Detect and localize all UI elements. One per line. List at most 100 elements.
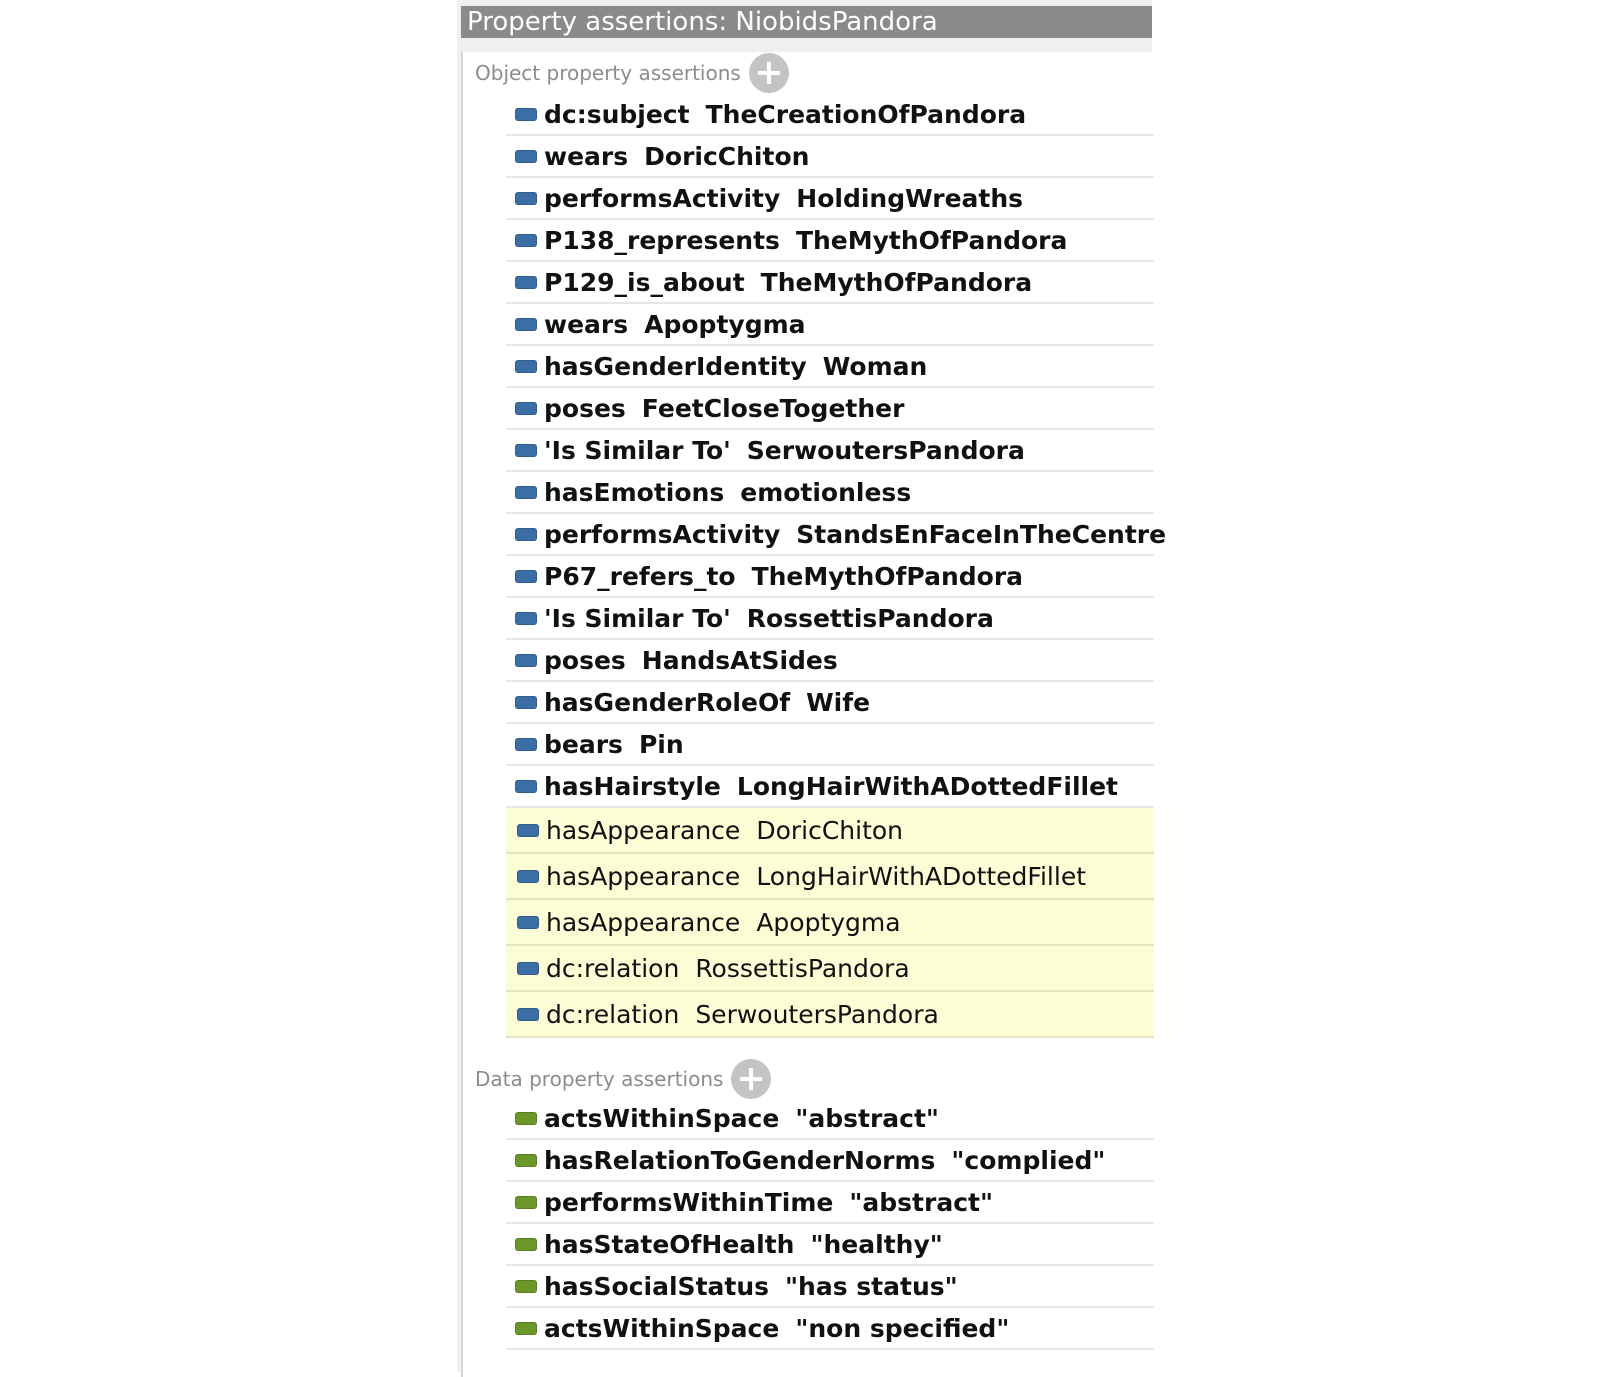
object-property-icon: [517, 823, 539, 837]
property-value: "abstract": [849, 1187, 994, 1217]
object-property-assertion-row[interactable]: hasAppearance Apoptygma: [506, 900, 1154, 946]
property-value: Pin: [638, 729, 684, 759]
property-name: 'Is Similar To': [544, 435, 731, 465]
object-property-assertion-row[interactable]: hasHairstyle LongHairWithADottedFillet: [506, 766, 1154, 808]
data-property-assertion-row[interactable]: actsWithinSpace "non specified": [506, 1308, 1154, 1350]
data-property-assertion-row[interactable]: actsWithinSpace "abstract": [506, 1098, 1154, 1140]
property-name: 'Is Similar To': [544, 603, 731, 633]
object-property-icon: [515, 359, 537, 373]
property-value: LongHairWithADottedFillet: [736, 771, 1119, 801]
object-property-assertion-row[interactable]: hasAppearance LongHairWithADottedFillet: [506, 854, 1154, 900]
property-name: dc:relation: [546, 953, 680, 983]
object-property-assertion-row[interactable]: hasGenderRoleOf Wife: [506, 682, 1154, 724]
object-property-assertion-row[interactable]: poses HandsAtSides: [506, 640, 1154, 682]
object-property-assertion-row[interactable]: 'Is Similar To' SerwoutersPandora: [506, 430, 1154, 472]
property-value: "healthy": [810, 1229, 943, 1259]
object-property-icon: [515, 401, 537, 415]
property-name: P67_refers_to: [544, 561, 736, 591]
property-value: "complied": [951, 1145, 1106, 1175]
object-property-assertion-row[interactable]: hasAppearance DoricChiton: [506, 808, 1154, 854]
data-property-icon: [515, 1237, 537, 1251]
property-name: hasAppearance: [546, 861, 741, 891]
object-property-assertion-row[interactable]: wears Apoptygma: [506, 304, 1154, 346]
object-property-icon: [515, 275, 537, 289]
data-property-icon: [515, 1321, 537, 1335]
assertions-content: Object property assertions dc:subject The…: [461, 52, 1166, 1377]
property-name: hasGenderIdentity: [544, 351, 807, 381]
property-name: hasAppearance: [546, 907, 741, 937]
property-value: RossettisPandora: [746, 603, 994, 633]
object-property-assertion-row[interactable]: P138_represents TheMythOfPandora: [506, 220, 1154, 262]
object-property-icon: [515, 653, 537, 667]
property-name: wears: [544, 309, 629, 339]
property-value: TheMythOfPandora: [795, 225, 1068, 255]
property-name: actsWithinSpace: [544, 1313, 780, 1343]
property-value: Woman: [822, 351, 928, 381]
object-property-icon: [515, 233, 537, 247]
object-property-assertion-row[interactable]: dc:relation RossettisPandora: [506, 946, 1154, 992]
property-name: dc:subject: [544, 99, 690, 129]
property-value: TheCreationOfPandora: [705, 99, 1027, 129]
object-property-icon: [517, 1007, 539, 1021]
object-property-assertion-row[interactable]: bears Pin: [506, 724, 1154, 766]
object-property-list: dc:subject TheCreationOfPandora wears Doric…: [506, 94, 1166, 1038]
object-property-assertion-row[interactable]: wears DoricChiton: [506, 136, 1154, 178]
property-value: LongHairWithADottedFillet: [756, 861, 1086, 891]
object-property-assertion-row[interactable]: dc:subject TheCreationOfPandora: [506, 94, 1154, 136]
property-name: hasSocialStatus: [544, 1271, 770, 1301]
property-value: FeetCloseTogether: [641, 393, 905, 423]
object-property-icon: [515, 779, 537, 793]
object-property-assertion-row[interactable]: performsActivity HoldingWreaths: [506, 178, 1154, 220]
object-property-assertion-row[interactable]: P67_refers_to TheMythOfPandora: [506, 556, 1154, 598]
panel-title: Property assertions: NiobidsPandora: [461, 6, 1152, 38]
object-property-icon: [515, 317, 537, 331]
data-property-assertion-row[interactable]: performsWithinTime "abstract": [506, 1182, 1154, 1224]
object-property-section-label: Object property assertions: [475, 61, 741, 85]
property-name: wears: [544, 141, 629, 171]
object-property-assertion-row[interactable]: hasGenderIdentity Woman: [506, 346, 1154, 388]
object-property-icon: [515, 107, 537, 121]
property-name: poses: [544, 393, 626, 423]
data-property-assertion-row[interactable]: hasRelationToGenderNorms "complied": [506, 1140, 1154, 1182]
data-property-section-label: Data property assertions: [475, 1067, 724, 1091]
object-property-icon: [515, 443, 537, 457]
data-property-icon: [515, 1111, 537, 1125]
data-property-icon: [515, 1279, 537, 1293]
object-property-assertion-row[interactable]: poses FeetCloseTogether: [506, 388, 1154, 430]
property-name: hasRelationToGenderNorms: [544, 1145, 936, 1175]
property-name: dc:relation: [546, 999, 680, 1029]
object-property-icon: [515, 191, 537, 205]
property-name: hasEmotions: [544, 477, 725, 507]
object-property-icon: [517, 915, 539, 929]
property-value: DoricChiton: [644, 141, 810, 171]
property-value: "abstract": [795, 1103, 939, 1133]
property-name: performsWithinTime: [544, 1187, 834, 1217]
object-property-icon: [515, 485, 537, 499]
data-property-icon: [515, 1153, 537, 1167]
object-property-assertion-row[interactable]: P129_is_about TheMythOfPandora: [506, 262, 1154, 304]
property-name: P138_represents: [544, 225, 780, 255]
object-property-assertion-row[interactable]: dc:relation SerwoutersPandora: [506, 992, 1154, 1038]
object-property-assertion-row[interactable]: hasEmotions emotionless: [506, 472, 1154, 514]
property-name: hasStateOfHealth: [544, 1229, 795, 1259]
object-property-icon: [515, 737, 537, 751]
data-property-list: actsWithinSpace "abstract" hasRelationToGe…: [506, 1098, 1154, 1350]
property-value: Wife: [806, 687, 871, 717]
property-value: HoldingWreaths: [796, 183, 1024, 213]
property-value: "has status": [785, 1271, 958, 1301]
property-name: P129_is_about: [544, 267, 745, 297]
property-name: hasGenderRoleOf: [544, 687, 791, 717]
property-value: emotionless: [740, 477, 912, 507]
data-property-icon: [515, 1195, 537, 1209]
object-property-assertion-row[interactable]: performsActivity StandsEnFaceInTheCentre: [506, 514, 1166, 556]
property-name: actsWithinSpace: [544, 1103, 780, 1133]
data-property-assertion-row[interactable]: hasStateOfHealth "healthy": [506, 1224, 1154, 1266]
data-property-assertion-row[interactable]: hasSocialStatus "has status": [506, 1266, 1154, 1308]
property-value: Apoptygma: [644, 309, 806, 339]
add-object-property-button[interactable]: [748, 53, 789, 93]
property-name: performsActivity: [544, 519, 781, 549]
object-property-assertion-row[interactable]: 'Is Similar To' RossettisPandora: [506, 598, 1154, 640]
add-data-property-button[interactable]: [731, 1059, 772, 1099]
data-property-section-header: Data property assertions: [475, 1059, 772, 1099]
property-value: HandsAtSides: [641, 645, 838, 675]
